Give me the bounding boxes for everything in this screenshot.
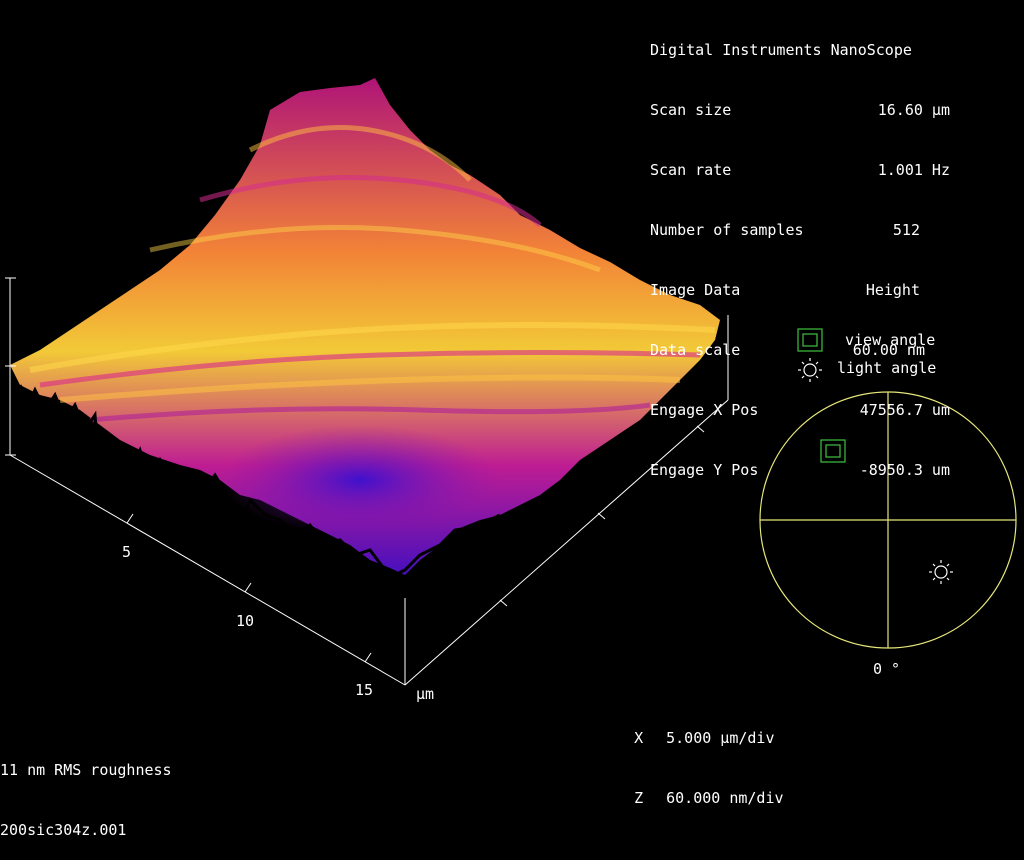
info-key: Number of samples — [650, 221, 804, 239]
scale-block: X 5.000 µm/div Z 60.000 nm/div — [598, 668, 784, 808]
x-scale-value: 5.000 µm/div — [666, 729, 775, 747]
y-tick-1 — [499, 599, 508, 607]
info-key: Image Data — [650, 281, 741, 299]
info-row-engage-y: Engage Y Pos -8950.3 um — [650, 460, 950, 480]
dial-zero-label: 0 ° — [873, 660, 901, 678]
info-row-engage-x: Engage X Pos 47556.7 um — [650, 400, 950, 420]
x-tick-1 — [126, 513, 134, 524]
info-key: Data scale — [650, 341, 741, 359]
y-tick-2 — [597, 512, 606, 520]
x-scale-label: X — [634, 729, 644, 747]
footer-info: 11 nm RMS roughness 200sic304z.001 — [0, 720, 172, 860]
filename-text: 200sic304z.001 — [0, 821, 127, 839]
sun-icon — [798, 358, 822, 382]
info-key: Engage X Pos — [650, 401, 759, 419]
info-value: 512 — [892, 221, 920, 239]
z-scale-label: Z — [634, 789, 644, 807]
info-value: 47556.7 um — [859, 401, 950, 419]
info-row-samples: Number of samples 512 — [650, 220, 920, 240]
view-angle-label: view angle — [845, 331, 936, 349]
axis-unit-label: µm — [416, 685, 435, 703]
info-key: Scan size — [650, 101, 732, 119]
angle-legend: view angle light angle — [793, 326, 936, 382]
info-row-scan-rate: Scan rate 1.001 Hz — [650, 160, 950, 180]
x-tick-label-15: 15 — [355, 681, 374, 699]
x-tick-label-10: 10 — [236, 612, 255, 630]
x-scale-row: X 5.000 µm/div — [598, 708, 784, 747]
info-key: Engage Y Pos — [650, 461, 759, 479]
view-angle-square-icon — [797, 328, 823, 352]
surface-low-region — [220, 425, 500, 535]
light-angle-marker[interactable] — [929, 560, 953, 584]
x-tick-2 — [244, 582, 252, 593]
x-tick-label-5: 5 — [122, 543, 132, 561]
scan-info-panel: Digital Instruments NanoScope Scan size … — [650, 0, 950, 500]
instrument-title: Digital Instruments NanoScope — [650, 41, 912, 59]
info-value: -8950.3 um — [859, 461, 950, 479]
light-angle-label: light angle — [837, 359, 937, 377]
light-angle-legend[interactable]: light angle — [793, 354, 936, 382]
info-row-image-data: Image Data Height — [650, 280, 920, 300]
info-key: Scan rate — [650, 161, 732, 179]
x-tick-3 — [364, 652, 372, 663]
roughness-text: 11 nm RMS roughness — [0, 761, 172, 779]
info-value: 1.001 Hz — [877, 161, 950, 179]
info-row-scan-size: Scan size 16.60 µm — [650, 100, 950, 120]
z-scale-value: 60.000 nm/div — [666, 789, 784, 807]
view-angle-legend[interactable]: view angle — [793, 326, 936, 354]
z-scale-row: Z 60.000 nm/div — [598, 768, 783, 807]
info-value: 16.60 µm — [877, 101, 950, 119]
info-value: Height — [865, 281, 920, 299]
